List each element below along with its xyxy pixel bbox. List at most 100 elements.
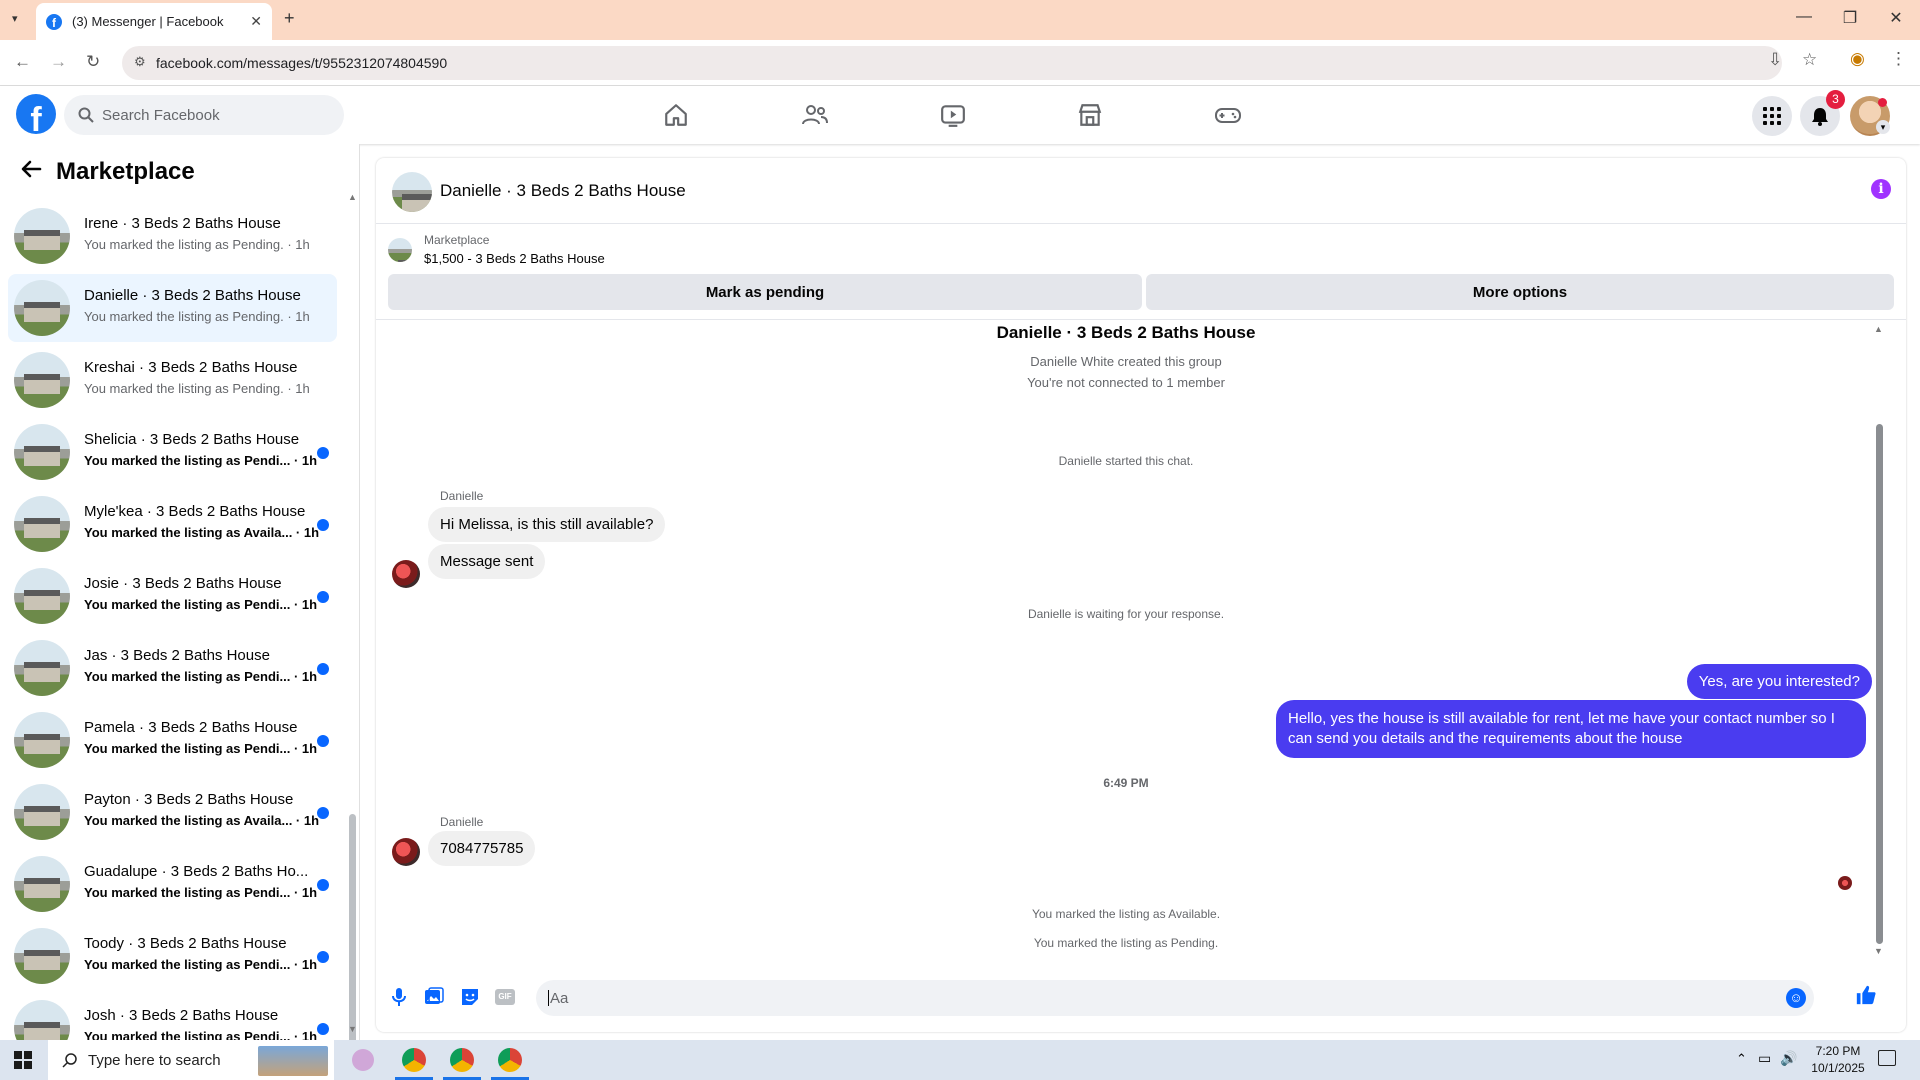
message-bubble[interactable]: Message sent [428,544,546,579]
microphone-icon[interactable] [388,986,410,1008]
tray-overflow-icon[interactable]: ⌃ [1736,1051,1747,1067]
listing-thumbnail[interactable] [388,238,412,262]
mark-as-pending-button[interactable]: Mark as pending [388,274,1142,310]
scroll-down-arrow-icon[interactable]: ▼ [1874,946,1883,956]
site-info-icon[interactable]: ⚙ [134,54,146,70]
conversation-item[interactable]: Guadalupe · 3 Beds 2 Baths Ho... You mark… [8,850,337,918]
message-composer: GIF Aa ☺ [376,968,1906,1032]
forward-arrow-icon[interactable]: → [50,52,67,72]
listing-thumbnail [14,208,70,264]
marketplace-conversation-list: Marketplace Irene · 3 Beds 2 Baths House… [0,144,360,1040]
chrome-icon[interactable] [498,1048,522,1072]
scroll-up-arrow-icon[interactable]: ▲ [1874,324,1883,334]
conversation-item[interactable]: Josie · 3 Beds 2 Baths House You marked t… [8,562,337,630]
scroll-up-arrow-icon[interactable]: ▲ [348,192,357,202]
url-field[interactable]: ⚙ facebook.com/messages/t/95523120748045… [122,46,1782,80]
unread-dot [317,735,329,747]
sender-avatar[interactable] [392,838,420,866]
tab-search-icon[interactable]: ▾ [12,12,18,25]
chrome-icon[interactable] [402,1048,426,1072]
unread-dot [317,807,329,819]
notification-center-icon[interactable] [1878,1050,1896,1066]
conversation-snippet: You marked the listing as Pending. · 1h [84,237,310,252]
marketplace-icon[interactable] [1075,100,1105,130]
sidebar-title: Marketplace [56,158,195,185]
volume-icon[interactable]: 🔊 [1780,1050,1797,1067]
clock-date: 10/1/2025 [1811,1061,1865,1075]
conversation-name: Myle'kea · 3 Beds 2 Baths House [84,503,306,520]
gaming-icon[interactable] [1213,100,1243,130]
facebook-logo[interactable]: f [16,94,56,134]
chrome-icon[interactable] [450,1048,474,1072]
facebook-search-input[interactable]: Search Facebook [64,95,344,135]
apps-menu-button[interactable] [1752,96,1792,136]
bookmark-star-icon[interactable]: ☆ [1802,50,1817,70]
video-icon[interactable] [938,100,968,130]
network-icon[interactable]: ▭ [1758,1050,1771,1067]
account-chevron-icon[interactable]: ▾ [1876,120,1890,134]
conversation-item[interactable]: Toody · 3 Beds 2 Baths House You marked t… [8,922,337,990]
conversation-name: Payton · 3 Beds 2 Baths House [84,791,294,808]
sticker-icon[interactable] [459,986,481,1008]
conversation-snippet: You marked the listing as Pendi... · 1h [84,957,318,972]
photo-icon[interactable] [423,986,445,1008]
conversation-item[interactable]: Kreshai · 3 Beds 2 Baths House You marked… [8,346,337,414]
browser-menu-icon[interactable]: ⋮ [1890,49,1907,69]
browser-tab[interactable]: f (3) Messenger | Facebook ✕ [36,3,272,40]
conversation-snippet: You marked the listing as Availa... · 1h [84,525,320,540]
back-arrow-icon[interactable] [20,158,42,185]
conversation-item[interactable]: Jas · 3 Beds 2 Baths House You marked the… [8,634,337,702]
windows-start-icon[interactable] [14,1051,32,1074]
chat-panel: Danielle · 3 Beds 2 Baths House i Market… [376,158,1906,1032]
my-message-bubble[interactable]: Hello, yes the house is still available … [1276,700,1866,758]
conversation-snippet: You marked the listing as Pendi... · 1h [84,597,318,612]
taskbar-clock[interactable]: 7:20 PM 10/1/2025 [1808,1043,1868,1077]
restore-button[interactable]: ❐ [1830,8,1870,28]
new-tab-button[interactable]: + [284,8,295,29]
friends-icon[interactable] [800,100,830,130]
conversation-snippet: You marked the listing as Pendi... · 1h [84,669,318,684]
sidebar-scrollbar[interactable] [349,814,356,1040]
thumbs-up-icon[interactable] [1855,984,1877,1006]
conversation-item[interactable]: Danielle · 3 Beds 2 Baths House You marke… [8,274,337,342]
conversation-name: Danielle · 3 Beds 2 Baths House [84,287,301,304]
taskbar-app-icon[interactable] [352,1049,374,1071]
profile-icon[interactable]: ◉ [1850,49,1865,69]
info-icon[interactable]: i [1871,179,1891,199]
conversation-thumbnail[interactable] [392,172,432,212]
conversation-item[interactable]: Shelicia · 3 Beds 2 Baths House You marke… [8,418,337,486]
tab-close-icon[interactable]: ✕ [250,13,262,30]
conversation-item[interactable]: Myle'kea · 3 Beds 2 Baths House You marke… [8,490,337,558]
chat-title[interactable]: Danielle · 3 Beds 2 Baths House [440,181,686,201]
emoji-icon[interactable]: ☺ [1786,988,1806,1008]
minimize-button[interactable]: — [1784,8,1824,26]
listing-title[interactable]: $1,500 - 3 Beds 2 Baths House [424,251,605,266]
conversation-name: Irene · 3 Beds 2 Baths House [84,215,281,232]
conversation-snippet: You marked the listing as Pendi... · 1h [84,453,318,468]
message-bubble[interactable]: 7084775785 [428,831,536,866]
taskbar-search-placeholder: Type here to search [88,1051,221,1069]
gif-icon[interactable]: GIF [494,986,516,1008]
conversation-name: Guadalupe · 3 Beds 2 Baths Ho... [84,863,309,880]
conversation-item[interactable]: Josh · 3 Beds 2 Baths House You marked th… [8,994,337,1040]
home-icon[interactable] [661,100,691,130]
chat-scrollbar[interactable] [1876,424,1883,944]
conversation-snippet: You marked the listing as Pendi... · 1h [84,741,318,756]
conversation-item[interactable]: Irene · 3 Beds 2 Baths House You marked t… [8,202,337,270]
message-bubble[interactable]: Hi Melissa, is this still available? [428,507,666,542]
conversation-item[interactable]: Pamela · 3 Beds 2 Baths House You marked … [8,706,337,774]
more-options-button[interactable]: More options [1146,274,1894,310]
conversation-name: Shelicia · 3 Beds 2 Baths House [84,431,300,448]
install-app-icon[interactable]: ⇩ [1768,50,1782,70]
window-close-button[interactable]: ✕ [1876,8,1916,28]
my-message-bubble[interactable]: Yes, are you interested? [1686,664,1872,699]
message-input[interactable]: Aa ☺ [536,980,1814,1016]
reload-icon[interactable]: ↻ [86,52,100,72]
url-text: facebook.com/messages/t/9552312074804590 [156,55,448,71]
taskbar-search-input[interactable]: Type here to search [48,1040,334,1080]
scroll-down-arrow-icon[interactable]: ▼ [348,1024,357,1034]
back-arrow-icon[interactable]: ← [14,52,31,72]
status-available: You marked the listing as Available. [1031,907,1221,921]
conversation-item[interactable]: Payton · 3 Beds 2 Baths House You marked … [8,778,337,846]
sender-avatar[interactable] [392,560,420,588]
